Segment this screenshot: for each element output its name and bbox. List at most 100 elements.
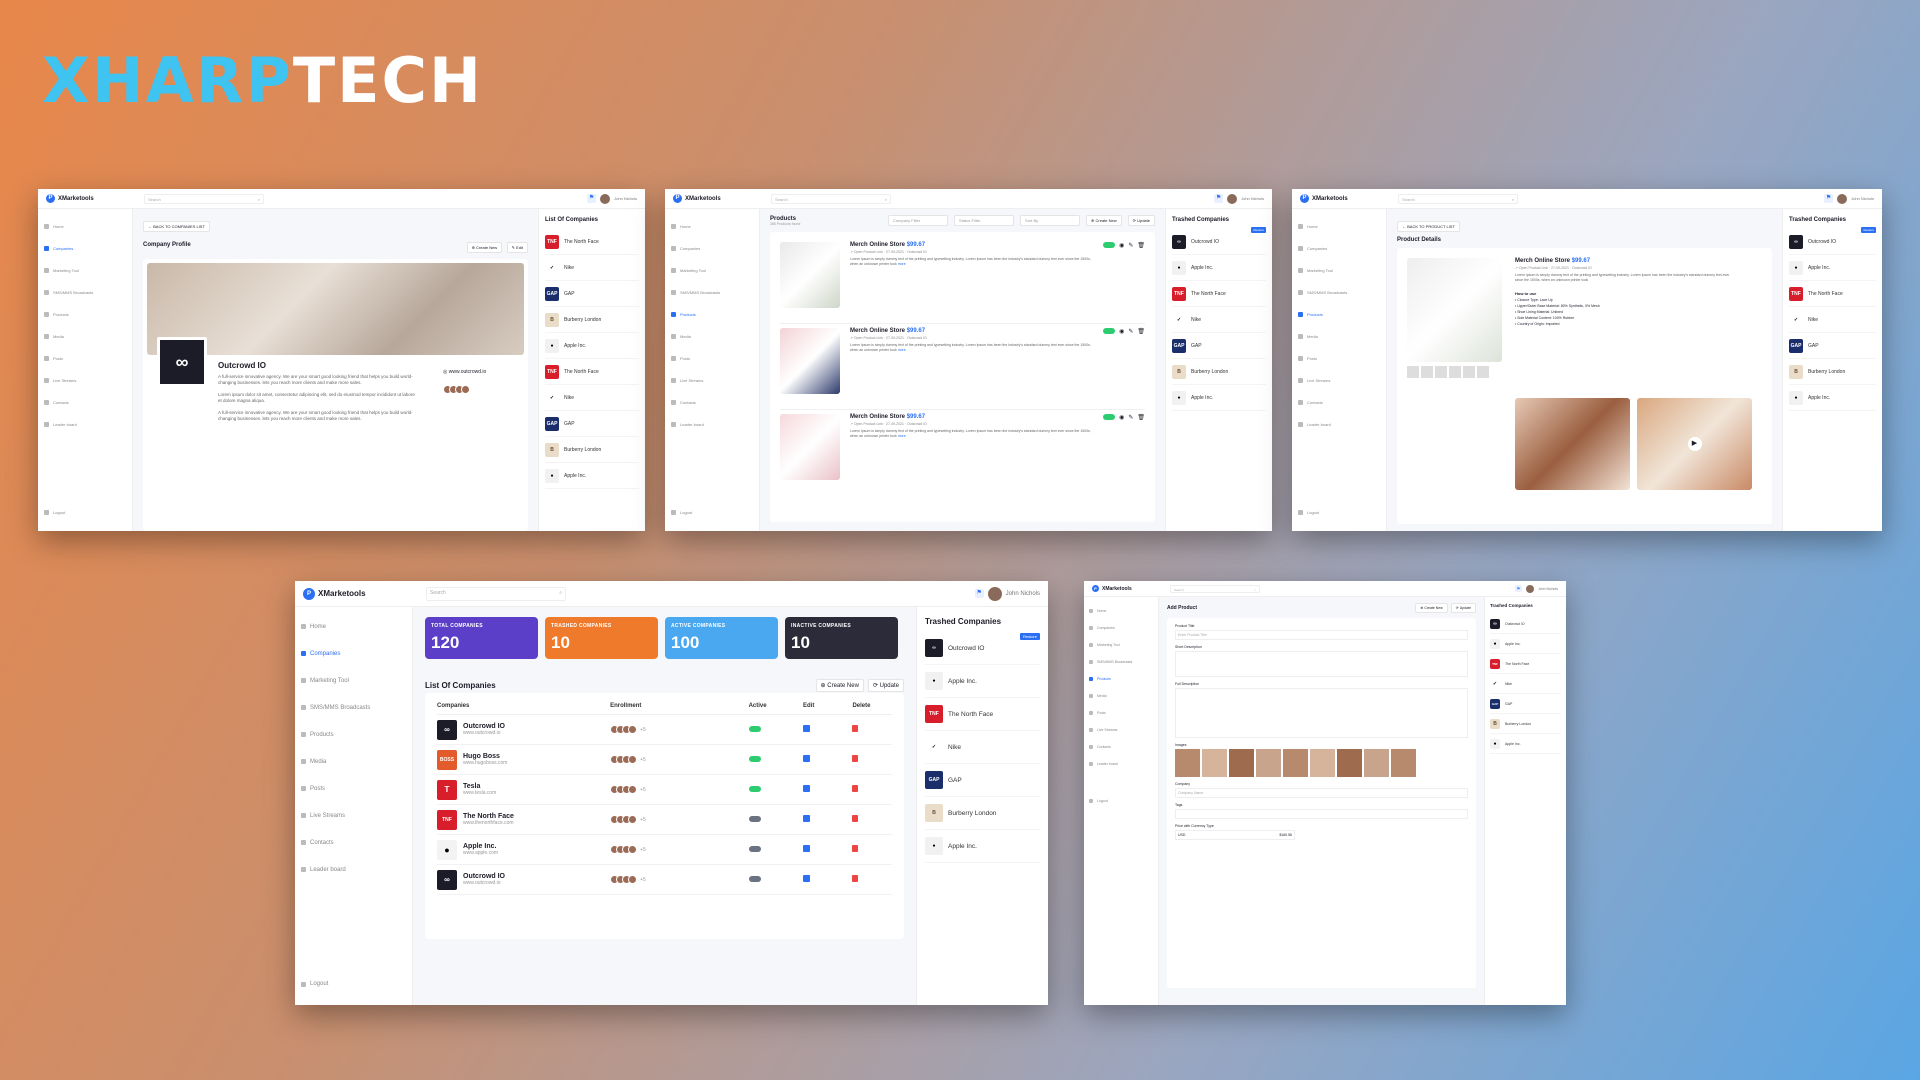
notification-icon[interactable]: ⚑	[1824, 194, 1834, 203]
sidebar-item-marketing[interactable]: Marketing Tool	[1089, 636, 1153, 653]
list-item[interactable]: TNF The North Face	[925, 698, 1040, 731]
list-item[interactable]: ● Apple Inc.	[925, 830, 1040, 863]
list-item[interactable]: ✓ Nike	[545, 255, 639, 281]
sidebar-item-products[interactable]: Products	[1089, 670, 1153, 687]
logout-button[interactable]: Logout	[1298, 501, 1319, 523]
delete-icon[interactable]	[852, 785, 859, 792]
search-input[interactable]: Search ⌕	[1170, 584, 1260, 593]
edit-icon[interactable]	[802, 785, 810, 792]
view-icon[interactable]: ◉	[1119, 242, 1124, 249]
user-menu[interactable]: ⚑ John Nichols	[587, 193, 637, 204]
sidebar-item-sms[interactable]: SMS/MMS Broadcasts	[1298, 281, 1380, 303]
website-link[interactable]: ◎ www.outcrowd.io	[443, 369, 486, 375]
sidebar-item-posts[interactable]: Posts	[1298, 347, 1380, 369]
company-filter[interactable]: Company Filter	[888, 215, 949, 226]
active-toggle[interactable]	[748, 845, 761, 852]
table-row[interactable]: T Tesla www.tesla.com +5	[437, 775, 892, 805]
active-toggle[interactable]	[748, 815, 761, 822]
user-menu[interactable]: ⚑ John Nichols	[974, 586, 1040, 601]
product-card[interactable]: Merch Online Store $99.67 ↗ Open Product…	[780, 324, 1145, 410]
sidebar-item-media[interactable]: Media	[301, 748, 406, 775]
edit-icon[interactable]	[802, 755, 810, 762]
sidebar-item-media[interactable]: Media	[1089, 687, 1153, 704]
user-menu[interactable]: ⚑ John Nichols	[1214, 193, 1264, 204]
sidebar-item-posts[interactable]: Posts	[301, 775, 406, 802]
update-button[interactable]: ⟳ Update	[867, 679, 904, 692]
notification-icon[interactable]: ⚑	[974, 589, 984, 598]
company-url[interactable]: www.outcrowd.io	[463, 880, 505, 886]
sidebar-item-contacts[interactable]: Contacts	[1089, 738, 1153, 755]
logout-button[interactable]: Logout	[301, 973, 328, 995]
back-button[interactable]: ← BACK TO COMPANIES LIST	[143, 221, 210, 232]
active-toggle[interactable]	[748, 785, 761, 792]
update-button[interactable]: ⟳ Update	[1127, 215, 1155, 226]
sidebar-item-leaderboard[interactable]: Leader board	[671, 413, 753, 435]
list-item[interactable]: B Burberry London	[1172, 359, 1266, 385]
table-row[interactable]: ∞ Outcrowd IO www.outcrowd.io +5	[437, 715, 892, 745]
product-link[interactable]: Open Product Link	[854, 336, 883, 340]
sidebar-item-media[interactable]: Media	[671, 325, 753, 347]
tags-input[interactable]	[1175, 809, 1468, 819]
edit-icon[interactable]	[802, 815, 810, 822]
list-item[interactable]: GAP GAP	[1172, 333, 1266, 359]
sidebar-item-live[interactable]: Live Streams	[44, 369, 126, 391]
sidebar-item-live[interactable]: Live Streams	[301, 802, 406, 829]
sidebar-item-companies[interactable]: Companies	[301, 640, 406, 667]
sidebar-item-posts[interactable]: Posts	[1089, 704, 1153, 721]
logout-button[interactable]: Logout	[671, 501, 692, 523]
list-item[interactable]: ● Apple Inc.	[1490, 734, 1561, 754]
create-new-button[interactable]: ⊕ Create New	[466, 242, 503, 253]
sidebar-item-sms[interactable]: SMS/MMS Broadcasts	[44, 281, 126, 303]
list-item[interactable]: TNF The North Face	[545, 229, 639, 255]
list-item[interactable]: GAP GAP	[1490, 694, 1561, 714]
active-toggle[interactable]	[1103, 328, 1116, 334]
list-item[interactable]: ✓ Nike	[545, 385, 639, 411]
sidebar-item-contacts[interactable]: Contacts	[671, 391, 753, 413]
active-toggle[interactable]	[1103, 242, 1116, 248]
sidebar-item-products[interactable]: Products	[1298, 303, 1380, 325]
logout-button[interactable]: Logout	[44, 501, 65, 523]
company-url[interactable]: www.hugoboss.com	[463, 760, 507, 766]
sidebar-item-contacts[interactable]: Contacts	[44, 391, 126, 413]
list-item[interactable]: ● Apple Inc.	[1172, 255, 1266, 281]
sidebar-item-companies[interactable]: Companies	[1298, 237, 1380, 259]
sidebar-item-leaderboard[interactable]: Leader board	[1298, 413, 1380, 435]
restore-badge[interactable]: Restore	[1251, 227, 1266, 233]
list-item[interactable]: ● Apple Inc.	[545, 463, 639, 489]
sidebar-item-sms[interactable]: SMS/MMS Broadcasts	[671, 281, 753, 303]
sidebar-item-home[interactable]: Home	[1298, 215, 1380, 237]
create-new-button[interactable]: ⊕ Create New	[1415, 603, 1448, 613]
sidebar-item-sms[interactable]: SMS/MMS Broadcasts	[1089, 653, 1153, 670]
company-url[interactable]: www.outcrowd.io	[463, 730, 505, 736]
table-row[interactable]: ● Apple Inc. www.apple.com +5	[437, 835, 892, 865]
list-item[interactable]: GAP GAP	[925, 764, 1040, 797]
active-toggle[interactable]	[748, 725, 761, 732]
company-url[interactable]: www.tesla.com	[463, 790, 496, 796]
update-button[interactable]: ⟳ Update	[1450, 603, 1476, 613]
sidebar-item-marketing[interactable]: Marketing Tool	[44, 259, 126, 281]
more-link[interactable]: more	[898, 434, 906, 438]
list-item[interactable]: ● Apple Inc.	[1789, 255, 1876, 281]
delete-icon[interactable]: 🗑	[1137, 414, 1145, 421]
active-toggle[interactable]	[1103, 414, 1116, 420]
list-item[interactable]: B Burberry London	[925, 797, 1040, 830]
sidebar-item-marketing[interactable]: Marketing Tool	[301, 667, 406, 694]
sidebar-item-home[interactable]: Home	[1089, 602, 1153, 619]
sidebar-item-leaderboard[interactable]: Leader board	[1089, 755, 1153, 772]
sidebar-item-media[interactable]: Media	[44, 325, 126, 347]
sidebar-item-home[interactable]: Home	[671, 215, 753, 237]
sidebar-item-home[interactable]: Home	[301, 613, 406, 640]
edit-icon[interactable]: ✎	[1128, 328, 1133, 335]
edit-icon[interactable]	[802, 875, 810, 882]
title-input[interactable]: Enter Product Title	[1175, 630, 1468, 640]
restore-badge[interactable]: Restore	[1861, 227, 1876, 233]
product-link[interactable]: Open Product Link	[854, 250, 883, 254]
list-item[interactable]: GAP GAP	[545, 281, 639, 307]
table-row[interactable]: TNF The North Face www.thenorthface.com +5	[437, 805, 892, 835]
delete-icon[interactable]: 🗑	[1137, 328, 1145, 335]
table-row[interactable]: ∞ Outcrowd IO www.outcrowd.io +5	[437, 865, 892, 895]
company-url[interactable]: www.thenorthface.com	[463, 820, 514, 826]
sidebar-item-contacts[interactable]: Contacts	[301, 829, 406, 856]
more-link[interactable]: more	[898, 348, 906, 352]
company-input[interactable]: Company Name	[1175, 788, 1468, 798]
